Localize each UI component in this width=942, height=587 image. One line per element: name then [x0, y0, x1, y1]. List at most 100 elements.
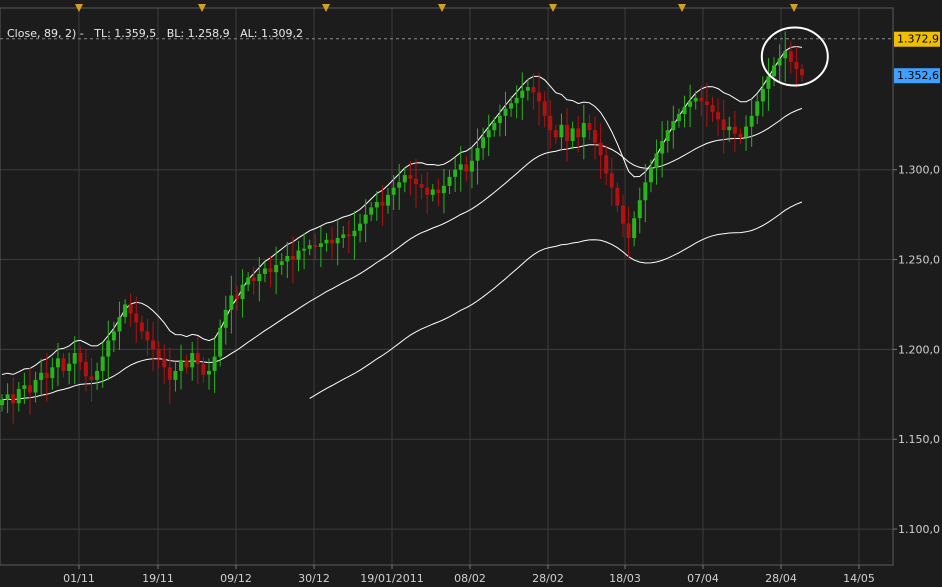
legend-tl: TL: 1.359,5	[94, 27, 157, 40]
candle-body	[565, 124, 570, 141]
candle-body	[386, 194, 391, 206]
candle-body	[766, 76, 771, 89]
y-tick-label: 1.100,0	[898, 523, 940, 536]
candle-body	[374, 202, 379, 208]
x-tick-label: 09/12	[220, 572, 252, 585]
candle-body	[453, 169, 458, 177]
plot-background	[0, 0, 942, 587]
candle-body	[257, 273, 262, 282]
candle-body	[44, 372, 49, 379]
candle-body	[397, 182, 402, 188]
candle-body	[430, 189, 435, 195]
x-tick-label: 14/05	[843, 572, 875, 585]
candle-body	[475, 148, 480, 161]
candle-body	[581, 122, 586, 138]
price-tag-label: 1.352,6	[897, 69, 939, 82]
legend-al: AL: 1.309,2	[240, 27, 303, 40]
candle-body	[16, 388, 21, 404]
x-tick-label: 28/04	[765, 572, 797, 585]
candle-body	[755, 101, 760, 116]
candle-body	[436, 189, 441, 194]
candle-body	[184, 360, 189, 368]
x-tick-label: 01/11	[63, 572, 95, 585]
candle-body	[89, 376, 94, 380]
candle-body	[716, 112, 721, 120]
candle-body	[223, 309, 228, 328]
candle-body	[352, 230, 357, 237]
candle-body	[727, 126, 732, 131]
candle-body	[671, 121, 676, 131]
candle-body	[83, 361, 88, 377]
candle-body	[553, 130, 558, 138]
x-tick-label: 19/01/2011	[360, 572, 423, 585]
candle-body	[179, 360, 184, 371]
candle-body	[788, 51, 793, 62]
x-tick-label: 30/12	[298, 572, 330, 585]
candle-body	[346, 234, 351, 237]
candle-body	[408, 175, 413, 179]
indicator-legend: Close, 89, 2) - TL: 1.359,5 BL: 1.258,9 …	[0, 14, 303, 40]
candle-body	[167, 367, 172, 380]
candle-body	[469, 160, 474, 172]
price-chart[interactable]: 1.100,0 1.150,0 1.200,0 1.250,0 1.300,0 01/1…	[0, 0, 942, 587]
candle-body	[620, 205, 625, 224]
candle-body	[324, 239, 329, 244]
candle-body	[145, 331, 150, 341]
candle-body	[67, 363, 72, 371]
candle-body	[11, 394, 16, 404]
candle-body	[39, 372, 44, 380]
candle-body	[654, 153, 659, 168]
candle-body	[576, 128, 581, 138]
candle-body	[402, 175, 407, 183]
candle-body	[33, 379, 38, 393]
candle-body	[732, 126, 737, 134]
candle-body	[744, 126, 749, 138]
candle-body	[0, 399, 4, 406]
candle-body	[548, 115, 553, 131]
candle-body	[425, 187, 430, 195]
candle-body	[760, 88, 765, 102]
candle-body	[710, 105, 715, 113]
candle-body	[318, 243, 323, 247]
candle-body	[229, 295, 234, 310]
candle-body	[693, 97, 698, 102]
candle-body	[391, 187, 396, 195]
candle-body	[514, 97, 519, 104]
candle-body	[660, 140, 665, 154]
candle-body	[72, 352, 77, 364]
candle-body	[699, 97, 704, 102]
candle-body	[682, 106, 687, 115]
candle-body	[285, 255, 290, 262]
candle-body	[78, 352, 83, 362]
x-tick-label: 07/04	[687, 572, 719, 585]
candle-body	[604, 155, 609, 174]
y-tick-label: 1.150,0	[898, 433, 940, 446]
candle-body	[520, 90, 525, 98]
candle-body	[380, 202, 385, 206]
candle-body	[525, 87, 530, 91]
candle-body	[665, 130, 670, 141]
candle-body	[777, 58, 782, 66]
candle-body	[794, 61, 799, 70]
price-tag-label: 1.372,9	[897, 33, 939, 46]
candle-body	[190, 352, 195, 368]
candle-body	[262, 268, 267, 274]
candle-body	[234, 295, 239, 300]
candle-body	[738, 133, 743, 138]
candle-body	[481, 137, 486, 149]
candle-body	[419, 184, 424, 188]
candle-body	[626, 223, 631, 238]
candle-body	[240, 284, 245, 300]
candle-body	[537, 92, 542, 102]
x-tick-label: 19/11	[142, 572, 174, 585]
candle-body	[542, 101, 547, 116]
candle-body	[134, 313, 139, 323]
candle-body	[497, 115, 502, 123]
candle-body	[783, 51, 788, 59]
candle-body	[492, 122, 497, 131]
candle-body	[413, 178, 418, 185]
candle-body	[632, 218, 637, 238]
candle-body	[162, 358, 167, 368]
candle-body	[123, 304, 128, 318]
candle-body	[609, 173, 614, 188]
